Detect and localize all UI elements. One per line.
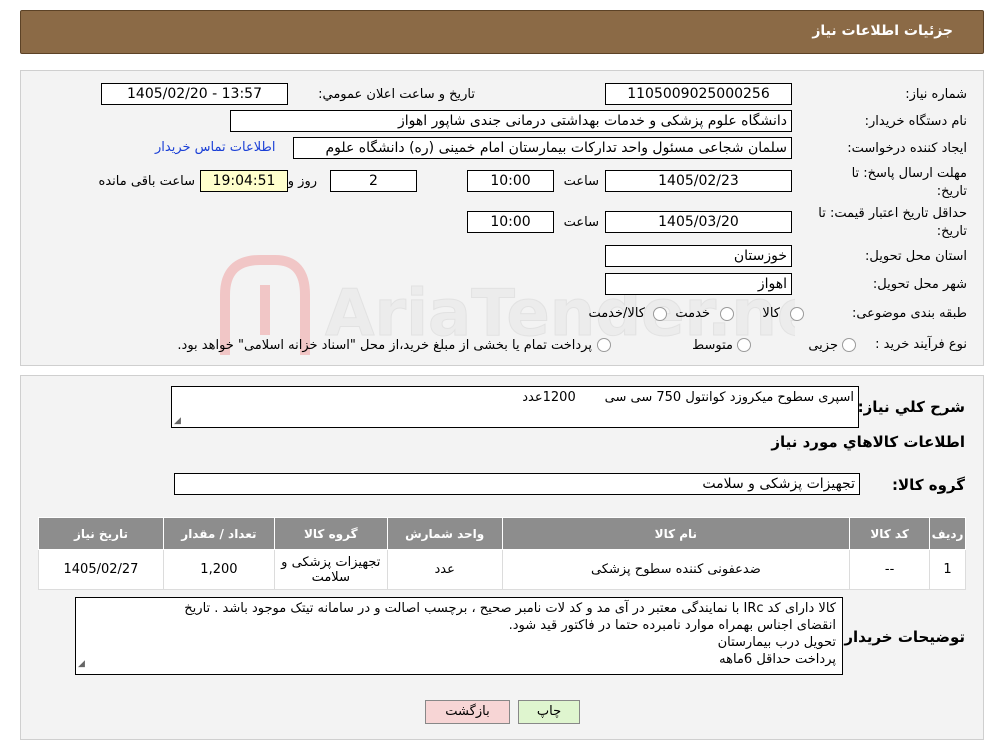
cell-item-name: ضدعفونی کننده سطوح پزشکی xyxy=(501,549,851,590)
purchase-minor-radio[interactable] xyxy=(842,338,856,352)
category-goods-radio[interactable] xyxy=(790,307,804,321)
validity-label-line2: تاریخ: xyxy=(936,224,967,239)
category-service-radio[interactable] xyxy=(720,307,734,321)
buyer-org-label: نام دستگاه خريدار: xyxy=(864,114,967,129)
days-remaining-field: 2 xyxy=(330,170,417,192)
buyer-notes-field[interactable]: کالا دارای کد IRc با نمایندگی معتبر در آ… xyxy=(75,597,843,675)
category-service-label: خدمت xyxy=(675,306,710,321)
validity-date-field: 1405/03/20 xyxy=(605,211,792,233)
deadline-time-label: ساعت xyxy=(563,174,599,189)
goods-group-field: تجهیزات پزشکی و سلامت xyxy=(174,473,860,495)
cell-goods-group: تجهیزات پزشکی و سلامت xyxy=(273,549,388,590)
cell-unit: عدد xyxy=(386,549,503,590)
table-header-row: رديف کد کالا نام کالا واحد شمارش گروه کا… xyxy=(38,517,966,550)
deadline-label-line1: مهلت ارسال پاسخ: تا xyxy=(851,166,967,181)
col-unit: واحد شمارش xyxy=(386,517,503,550)
page-header: جزئیات اطلاعات نیاز xyxy=(20,10,984,54)
col-need-date: تاریخ نیاز xyxy=(38,517,164,550)
category-goods-label: کالا xyxy=(762,306,780,321)
buyer-org-field: دانشگاه علوم پزشکی و خدمات بهداشتی درمان… xyxy=(230,110,792,132)
cell-quantity: 1,200 xyxy=(162,549,275,590)
deadline-time-field: 10:00 xyxy=(467,170,554,192)
treasury-payment-radio[interactable] xyxy=(597,338,611,352)
resize-handle-icon[interactable]: ◢ xyxy=(174,416,181,426)
category-goods-service-radio[interactable] xyxy=(653,307,667,321)
treasury-payment-note: پرداخت تمام یا بخشی از مبلغ خرید،از محل … xyxy=(177,338,592,353)
category-goods-service-label: کالا/خدمت xyxy=(588,306,645,321)
city-label: شهر محل تحویل: xyxy=(872,277,967,292)
items-section-title: اطلاعات کالاهاي مورد نياز xyxy=(771,433,965,451)
province-label: استان محل تحویل: xyxy=(865,249,967,264)
deadline-label-line2: تاریخ: xyxy=(936,184,967,199)
back-button[interactable]: بازگشت xyxy=(425,700,510,724)
print-button[interactable]: چاپ xyxy=(518,700,580,724)
need-number-label: شماره نیاز: xyxy=(905,87,967,102)
remaining-time-field: 19:04:51 xyxy=(200,170,288,192)
col-quantity: تعداد / مقدار xyxy=(162,517,275,550)
announce-datetime-field: 1405/02/20 - 13:57 xyxy=(101,83,288,105)
province-field: خوزستان xyxy=(605,245,792,267)
city-field: اهواز xyxy=(605,273,792,295)
need-number-field: 1105009025000256 xyxy=(605,83,792,105)
cell-item-code: -- xyxy=(849,549,931,590)
validity-time-label: ساعت xyxy=(563,215,599,230)
items-table: رديف کد کالا نام کالا واحد شمارش گروه کا… xyxy=(38,517,966,590)
purchase-minor-label: جزیی xyxy=(808,338,838,353)
remaining-time-label: ساعت باقی مانده xyxy=(98,174,195,189)
purchase-type-label: نوع فرآیند خرید : xyxy=(875,337,967,352)
goods-group-label: گروه کالا: xyxy=(892,476,965,494)
table-row: 1 -- ضدعفونی کننده سطوح پزشکی عدد تجهیزا… xyxy=(38,549,966,590)
purchase-medium-radio[interactable] xyxy=(737,338,751,352)
announce-datetime-label: تاریخ و ساعت اعلان عمومي: xyxy=(318,87,475,102)
deadline-date-field: 1405/02/23 xyxy=(605,170,792,192)
requester-field: سلمان شجاعی مسئول واحد تداركات بيمارستان… xyxy=(293,137,792,159)
buyer-notes-label: توضیحات خریدار: xyxy=(838,628,965,646)
col-row-number: رديف xyxy=(929,517,966,550)
purchase-medium-label: متوسط xyxy=(692,338,733,353)
description-text: اسپری سطوح میکروزد کوانتول 750 سی سی 120… xyxy=(522,390,854,405)
buyer-notes-line: پرداخت حداقل 6ماهه xyxy=(719,652,836,667)
buyer-notes-line: تحویل درب بیمارستان xyxy=(717,635,836,650)
description-label: شرح کلي نياز: xyxy=(857,398,965,416)
col-item-name: نام کالا xyxy=(501,517,851,550)
validity-label-line1: حداقل تاریخ اعتبار قیمت: تا xyxy=(818,206,967,221)
buyer-notes-line: انقضای اجناس بهمراه موارد نامبرده حتما د… xyxy=(508,618,836,633)
col-item-code: کد کالا xyxy=(849,517,931,550)
description-field[interactable]: اسپری سطوح میکروزد کوانتول 750 سی سی 120… xyxy=(171,386,859,428)
requester-label: ایجاد کننده درخواست: xyxy=(847,141,967,156)
category-label: طبقه بندی موضوعی: xyxy=(851,306,967,321)
resize-handle-icon[interactable]: ◢ xyxy=(78,656,85,673)
buyer-contact-link[interactable]: اطلاعات تماس خریدار xyxy=(155,140,275,155)
validity-time-field: 10:00 xyxy=(467,211,554,233)
buyer-notes-line: کالا دارای کد IRc با نمایندگی معتبر در آ… xyxy=(184,601,836,616)
cell-row-number: 1 xyxy=(929,549,966,590)
col-goods-group: گروه کالا xyxy=(273,517,388,550)
days-label: روز و xyxy=(287,174,317,189)
page-title: جزئیات اطلاعات نیاز xyxy=(812,23,953,39)
cell-need-date: 1405/02/27 xyxy=(38,549,164,590)
